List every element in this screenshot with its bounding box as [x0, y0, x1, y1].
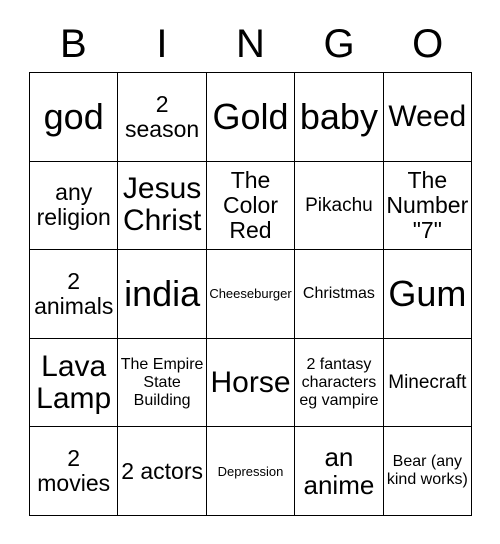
bingo-cell-label: Gum — [388, 272, 467, 314]
bingo-cell-label: The Number "7" — [386, 166, 469, 243]
bingo-cell-label: 2 movies — [37, 445, 111, 497]
bingo-cell-label: any religion — [36, 179, 111, 231]
bingo-grid: god 2 season Gold baby Weed any religion… — [29, 72, 473, 516]
bingo-cell-label: Depression — [217, 463, 284, 479]
bingo-cell-g1[interactable]: baby — [295, 73, 384, 162]
bingo-cell-label: Cheeseburger — [209, 286, 292, 302]
bingo-row-4: Lava Lamp The Empire State Building Hors… — [30, 338, 473, 428]
bingo-cell-label: The Color Red — [223, 166, 278, 243]
bingo-cell-n3[interactable]: Cheeseburger — [206, 250, 296, 339]
bingo-header-letter-b: B — [59, 22, 87, 66]
bingo-cell-g5[interactable]: an anime — [295, 427, 384, 516]
bingo-cell-label: Gold — [212, 95, 289, 137]
bingo-cell-i2[interactable]: Jesus Christ — [118, 161, 207, 251]
bingo-row-3: 2 animals india Cheeseburger Christmas G… — [30, 250, 473, 339]
bingo-cell-label: 2 season — [125, 90, 200, 142]
bingo-cell-label: Jesus Christ — [122, 172, 202, 238]
bingo-cell-n2[interactable]: The Color Red — [206, 161, 296, 251]
bingo-cell-b1[interactable]: god — [30, 73, 119, 162]
bingo-cell-o3[interactable]: Gum — [383, 250, 473, 339]
bingo-cell-label: Horse — [210, 365, 291, 399]
bingo-cell-label: Pikachu — [305, 194, 373, 216]
bingo-row-1: god 2 season Gold baby Weed — [30, 73, 473, 162]
bingo-cell-o2[interactable]: The Number "7" — [383, 161, 473, 251]
bingo-cell-label: Christmas — [302, 284, 375, 302]
bingo-cell-o5[interactable]: Bear (any kind works) — [383, 427, 473, 516]
bingo-cell-label: india — [124, 272, 201, 314]
bingo-cell-b2[interactable]: any religion — [30, 161, 119, 251]
bingo-cell-label: Weed — [388, 99, 467, 133]
bingo-cell-n5[interactable]: Depression — [206, 427, 296, 516]
bingo-cell-i1[interactable]: 2 season — [118, 73, 207, 162]
bingo-cell-b4[interactable]: Lava Lamp — [30, 338, 119, 428]
bingo-cell-label: baby — [299, 95, 378, 137]
bingo-cell-i3[interactable]: india — [118, 250, 207, 339]
bingo-cell-i5[interactable]: 2 actors — [118, 427, 207, 516]
bingo-cell-label: 2 fantasy characters eg vampire — [299, 355, 379, 409]
bingo-card: B I N G O god 2 season Gold baby Weed an… — [29, 16, 473, 516]
bingo-cell-g4[interactable]: 2 fantasy characters eg vampire — [295, 338, 384, 428]
bingo-cell-b5[interactable]: 2 movies — [30, 427, 119, 516]
bingo-cell-g2[interactable]: Pikachu — [295, 161, 384, 251]
bingo-cell-o1[interactable]: Weed — [383, 73, 473, 162]
bingo-cell-label: 2 actors — [121, 457, 204, 484]
bingo-header-letter-i: I — [156, 22, 168, 66]
bingo-cell-label: 2 animals — [34, 267, 114, 319]
bingo-row-5: 2 movies 2 actors Depression an anime Be… — [30, 427, 473, 516]
bingo-header-letter-g: G — [323, 22, 355, 66]
bingo-cell-g3[interactable]: Christmas — [295, 250, 384, 339]
bingo-header-letter-n: N — [236, 22, 265, 66]
bingo-cell-label: Bear (any kind works) — [386, 453, 468, 489]
bingo-row-2: any religion Jesus Christ The Color Red … — [30, 161, 473, 251]
bingo-cell-i4[interactable]: The Empire State Building — [118, 338, 207, 428]
bingo-cell-label: The Empire State Building — [120, 355, 204, 409]
bingo-cell-label: Lava Lamp — [36, 349, 112, 415]
bingo-header-letter-o: O — [412, 22, 444, 66]
bingo-cell-label: god — [43, 95, 104, 137]
bingo-cell-n1[interactable]: Gold — [206, 73, 296, 162]
bingo-cell-n4[interactable]: Horse — [206, 338, 296, 428]
bingo-cell-b3[interactable]: 2 animals — [30, 250, 119, 339]
bingo-cell-o4[interactable]: Minecraft — [383, 338, 473, 428]
bingo-header-row: B I N G O — [29, 16, 472, 72]
bingo-cell-label: an anime — [303, 442, 375, 501]
bingo-cell-label: Minecraft — [388, 372, 467, 394]
